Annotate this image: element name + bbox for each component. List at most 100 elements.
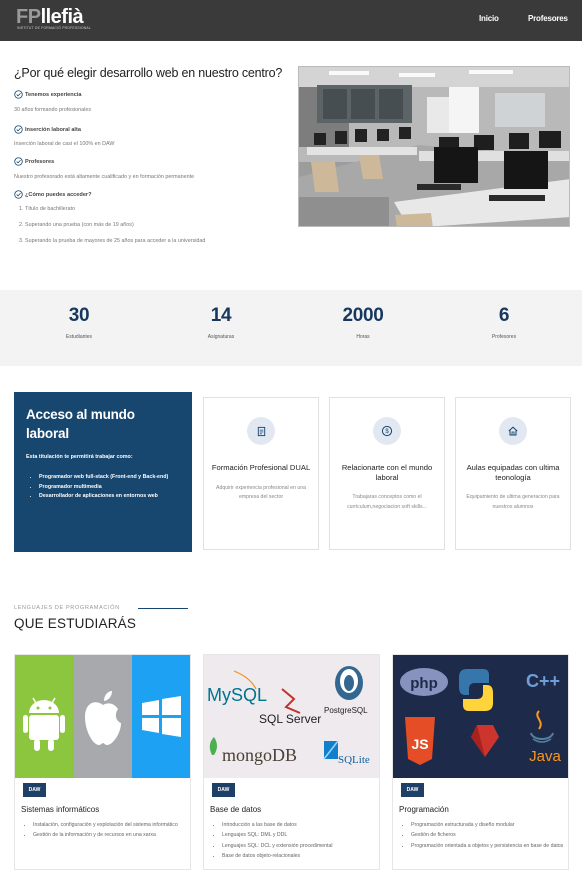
stat-label: Profesores <box>491 334 517 340</box>
section-kicker: LENGUAJES DE PROGRAMACIÓN <box>14 605 120 611</box>
feature-icon-wrap <box>499 417 527 445</box>
course-topic: Lenguajes SQL: DCL y extensión procedime… <box>222 841 376 851</box>
language-logos-illustration: php C++ JS Java <box>393 655 568 778</box>
course-topic: Gestión de ficheros <box>411 830 565 840</box>
feature-card-classrooms: Aulas equipadas con ultima teonología Eq… <box>455 397 571 550</box>
course-topic: Instalación, configuración y explotación… <box>33 820 187 830</box>
why-title: ¿Por qué elegir desarrollo web en nuestr… <box>14 66 283 80</box>
course-topic: Programación orientada a objetos y persi… <box>411 841 565 851</box>
stat-label: Asignaturas <box>207 334 235 340</box>
course-badge: DAW <box>401 783 424 797</box>
access-option: 2. Superando una prueba (con más de 19 a… <box>19 222 134 228</box>
stat-hours: 2000 Horas <box>318 305 408 340</box>
mongodb-logo: mongoDB <box>222 745 297 765</box>
course-topic: Base de datos objeto-relacionales <box>222 851 376 861</box>
classroom-photo <box>298 66 570 227</box>
feature-title: Inserción laboral alta <box>25 126 81 133</box>
check-circle-icon <box>14 190 23 199</box>
course-topic: Lenguajes SQL: DML y DDL <box>222 830 376 840</box>
course-title: Programación <box>399 805 449 814</box>
feature-card-desc: Equipamiento de ultima generacion para n… <box>466 494 560 510</box>
classroom-illustration <box>299 67 569 226</box>
course-topics: Programación estructurada y diseño modul… <box>400 820 565 851</box>
feature-insertion: Inserción laboral alta <box>14 125 81 134</box>
sqlite-logo: SQLite <box>338 754 370 766</box>
feature-title: ¿Cómo puedes acceder? <box>25 191 92 198</box>
cpp-logo: C++ <box>526 671 560 691</box>
course-badge: DAW <box>212 783 235 797</box>
job-list-item: Programador web full-stack (Front-end y … <box>39 473 180 483</box>
stat-value: 6 <box>498 305 510 326</box>
course-image-os <box>15 655 190 778</box>
stat-students: 30 Estudiantes <box>34 305 124 340</box>
stat-teachers: 6 Profesores <box>459 305 549 340</box>
feature-experience: Tenemos experiencia <box>14 90 81 99</box>
dollar-icon: $ <box>381 425 393 437</box>
nav-inicio-link[interactable]: Inicio <box>479 14 499 23</box>
feature-desc: Inserción laboral de casi el 100% en DAW <box>14 141 115 147</box>
course-image-databases: MySQL SQL Server PostgreSQL mongoDB SQLi… <box>204 655 379 778</box>
job-access-title: Acceso al mundo laboral <box>26 407 135 441</box>
course-image-languages: php C++ JS Java <box>393 655 568 778</box>
database-logos-illustration: MySQL SQL Server PostgreSQL mongoDB SQLi… <box>204 655 379 778</box>
feature-title: Tenemos experiencia <box>25 91 82 98</box>
sqlserver-logo: SQL Server <box>259 712 321 726</box>
feature-card-dual: Formación Profesional DUAL Adquirir expe… <box>203 397 319 550</box>
php-logo: php <box>410 675 438 692</box>
mysql-logo: MySQL <box>207 685 267 705</box>
feature-card-title: Aulas equipadas con ultima teonología <box>466 463 560 482</box>
java-logo: Java <box>529 748 561 765</box>
course-topic: Introducción a las base de datos <box>222 820 376 830</box>
feature-card-title: Formación Profesional DUAL <box>211 463 311 472</box>
course-topic: Programación estructurada y diseño modul… <box>411 820 565 830</box>
stat-subjects: 14 Asignaturas <box>176 305 266 340</box>
stat-value: 14 <box>210 305 232 326</box>
stat-label: Estudiantes <box>65 334 93 340</box>
feature-desc: Nuestro profesorado está altamente cuali… <box>14 174 195 180</box>
feature-teachers: Profesores <box>14 157 54 166</box>
course-badge: DAW <box>23 783 46 797</box>
feature-icon-wrap: $ <box>373 417 401 445</box>
feature-card-desc: Adquirir experiencia profesional en una … <box>216 484 306 501</box>
course-title: Sistemas informáticos <box>21 805 100 814</box>
job-list: Programador web full-stack (Front-end y … <box>26 473 180 502</box>
stats-band: 30 Estudiantes 14 Asignaturas 2000 Horas… <box>0 290 582 366</box>
check-circle-icon <box>14 125 23 134</box>
site-logo[interactable]: FPllefià INSTITUT DE FORMACIÓ PROFESSION… <box>16 6 91 33</box>
stat-value: 30 <box>68 305 90 326</box>
course-topics: Introducción a las base de datos Lenguaj… <box>211 820 376 862</box>
job-access-intro: Esta titulación te permitirá trabajar co… <box>26 454 133 460</box>
feature-title: Profesores <box>25 158 55 165</box>
course-card-sistemas[interactable]: DAW Sistemas informáticos Instalación, c… <box>14 654 191 870</box>
feature-desc: 30 años formando profesionales <box>14 107 92 113</box>
svg-text:$: $ <box>385 429 389 435</box>
kicker-underline <box>138 608 188 609</box>
job-list-item: Desarrollador de aplicaciones en entorno… <box>39 492 180 502</box>
js-logo: JS <box>411 736 428 752</box>
top-navbar: FPllefià INSTITUT DE FORMACIÓ PROFESSION… <box>0 0 582 41</box>
job-list-item: Programador multimedia <box>39 483 180 493</box>
feature-card-title: Relacionarte con el mundo laboral <box>341 463 433 482</box>
course-title: Base de datos <box>210 805 262 814</box>
nav-profesores-link[interactable]: Profesores <box>528 14 568 23</box>
section-title: QUE ESTUDIARÁS <box>14 616 137 631</box>
feature-card-labor: $ Relacionarte con el mundo laboral Trab… <box>329 397 445 550</box>
stat-value: 2000 <box>342 305 384 326</box>
feature-icon-wrap <box>247 417 275 445</box>
course-topics: Instalación, configuración y explotación… <box>22 820 187 841</box>
os-logos-illustration <box>15 655 190 778</box>
logo-subtitle: INSTITUT DE FORMACIÓ PROFESSIONAL <box>17 26 91 30</box>
access-option: 1. Título de bachillerato <box>19 206 75 212</box>
course-card-programacion[interactable]: php C++ JS Java DAW Programación Program… <box>392 654 569 870</box>
logo-text: FPllefià <box>16 6 84 28</box>
access-option: 3. Superando la prueba de mayores de 25 … <box>19 238 206 244</box>
home-icon <box>508 426 518 436</box>
postgresql-logo: PostgreSQL <box>324 706 368 715</box>
feature-card-desc: Trabajaras conceptos como el curriculum,… <box>347 494 427 510</box>
check-circle-icon <box>14 90 23 99</box>
document-icon <box>257 426 265 436</box>
job-access-card: Acceso al mundo laboral Esta titulación … <box>14 392 192 552</box>
course-card-bbdd[interactable]: MySQL SQL Server PostgreSQL mongoDB SQLi… <box>203 654 380 870</box>
stat-label: Horas <box>356 334 370 340</box>
check-circle-icon <box>14 157 23 166</box>
